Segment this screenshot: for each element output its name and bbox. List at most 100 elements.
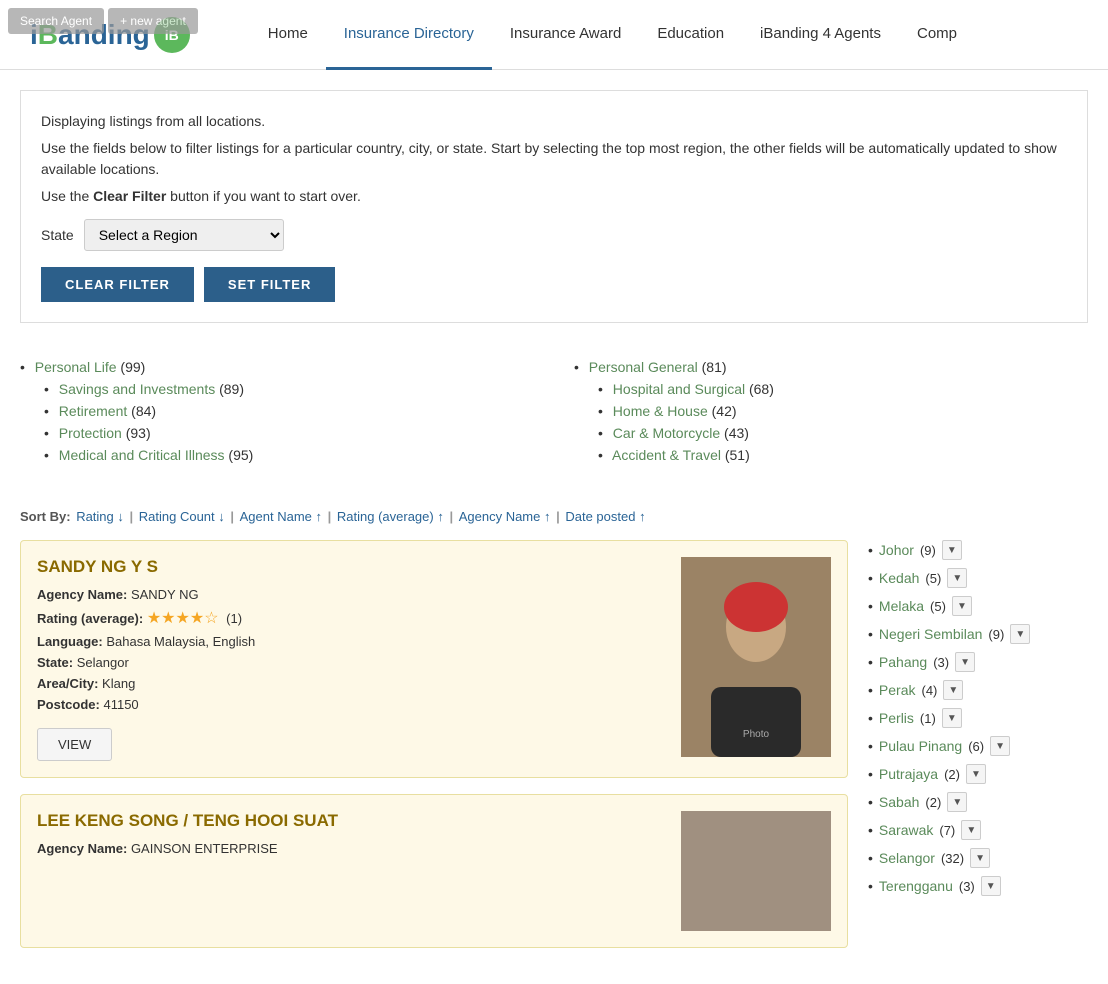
cat-main-col2: Personal General (81) Hospital and Surgi… <box>574 359 1088 463</box>
agent-info-lee: LEE KENG SONG / TENG HOOI SUAT Agency Na… <box>37 811 665 931</box>
sidebar-dropdown-putrajaya[interactable]: ▼ <box>966 764 986 784</box>
filter-info: Displaying listings from all locations. … <box>41 111 1067 207</box>
clear-filter-button[interactable]: CLEAR FILTER <box>41 267 194 302</box>
search-agent-button[interactable]: Search Agent <box>8 8 104 34</box>
sidebar-link-perak[interactable]: Perak <box>879 682 916 698</box>
sidebar-link-pulau-pinang[interactable]: Pulau Pinang <box>879 738 962 754</box>
nav-item-comp[interactable]: Comp <box>899 0 975 70</box>
sidebar-dropdown-kedah[interactable]: ▼ <box>947 568 967 588</box>
sidebar-dropdown-pahang[interactable]: ▼ <box>955 652 975 672</box>
cat-main-col1: Personal Life (99) Savings and Investmen… <box>20 359 534 463</box>
sidebar-dropdown-selangor[interactable]: ▼ <box>970 848 990 868</box>
language-label-sandy: Language: <box>37 634 103 649</box>
nav-item-insurance-directory[interactable]: Insurance Directory <box>326 0 492 70</box>
sidebar-link-melaka[interactable]: Melaka <box>879 598 924 614</box>
stars-sandy: ★★★★☆ <box>147 608 219 628</box>
agent-photo-lee <box>681 811 831 931</box>
sidebar: Johor (9) ▼ Kedah (5) ▼ Melaka (5) ▼ Neg… <box>868 540 1088 964</box>
search-buttons-area: Search Agent + new agent <box>0 0 206 42</box>
cat-accident: Accident & Travel (51) <box>598 447 1088 463</box>
content-area: SANDY NG Y S Agency Name: SANDY NG Ratin… <box>20 540 1088 964</box>
cat-car-link[interactable]: Car & Motorcycle <box>613 425 720 441</box>
sort-rating-count[interactable]: Rating Count ↓ <box>139 509 225 524</box>
sort-agency-name[interactable]: Agency Name ↑ <box>459 509 551 524</box>
state-value-sandy: Selangor <box>77 655 129 670</box>
agency-value-sandy: SANDY NG <box>131 587 199 602</box>
header: Search Agent + new agent iBanding iB Hom… <box>0 0 1108 70</box>
rating-label-sandy: Rating (average): <box>37 611 143 626</box>
cat-retirement-count: (84) <box>131 403 156 419</box>
set-filter-button[interactable]: SET FILTER <box>204 267 335 302</box>
sidebar-count-kedah: (5) <box>925 571 941 586</box>
sidebar-link-terengganu[interactable]: Terengganu <box>879 878 953 894</box>
sidebar-link-selangor[interactable]: Selangor <box>879 850 935 866</box>
cat-savings-link[interactable]: Savings and Investments <box>59 381 215 397</box>
language-value-sandy: Bahasa Malaysia, English <box>106 634 255 649</box>
sidebar-dropdown-negeri-sembilan[interactable]: ▼ <box>1010 624 1030 644</box>
cat-personal-general-count: (81) <box>702 359 727 375</box>
sidebar-link-sabah[interactable]: Sabah <box>879 794 919 810</box>
cat-personal-life: Personal Life (99) Savings and Investmen… <box>20 359 534 463</box>
cat-home-link[interactable]: Home & House <box>613 403 708 419</box>
sort-sep5: | <box>552 509 563 524</box>
sidebar-link-sarawak[interactable]: Sarawak <box>879 822 933 838</box>
nav-item-ibanding-agents[interactable]: iBanding 4 Agents <box>742 0 899 70</box>
nav-item-home[interactable]: Home <box>250 0 326 70</box>
cat-car: Car & Motorcycle (43) <box>598 425 1088 441</box>
sort-rating[interactable]: Rating ↓ <box>76 509 124 524</box>
cat-medical-link[interactable]: Medical and Critical Illness <box>59 447 225 463</box>
agent-card-lee: LEE KENG SONG / TENG HOOI SUAT Agency Na… <box>20 794 848 948</box>
star-count-sandy: (1) <box>226 611 242 626</box>
agent-agency-lee: Agency Name: GAINSON ENTERPRISE <box>37 841 665 856</box>
sidebar-dropdown-perlis[interactable]: ▼ <box>942 708 962 728</box>
cat-protection-link[interactable]: Protection <box>59 425 122 441</box>
state-label-sandy: State: <box>37 655 73 670</box>
sidebar-dropdown-perak[interactable]: ▼ <box>943 680 963 700</box>
cat-accident-link[interactable]: Accident & Travel <box>612 447 721 463</box>
sidebar-link-kedah[interactable]: Kedah <box>879 570 919 586</box>
cat-retirement-link[interactable]: Retirement <box>59 403 127 419</box>
sidebar-count-pulau-pinang: (6) <box>968 739 984 754</box>
nav-item-insurance-award[interactable]: Insurance Award <box>492 0 639 70</box>
sidebar-dropdown-melaka[interactable]: ▼ <box>952 596 972 616</box>
cat-personal-general-sub: Hospital and Surgical (68) Home & House … <box>598 381 1088 463</box>
cat-personal-life-link[interactable]: Personal Life <box>35 359 117 375</box>
view-button-sandy[interactable]: VIEW <box>37 728 112 761</box>
cat-personal-life-sub: Savings and Investments (89) Retirement … <box>44 381 534 463</box>
filter-instruction2: Use the Clear Filter button if you want … <box>41 186 1067 207</box>
sidebar-item-pahang: Pahang (3) ▼ <box>868 652 1088 672</box>
main-nav: HomeInsurance DirectoryInsurance AwardEd… <box>250 0 975 70</box>
filter-instruction2b: button if you want to start over. <box>166 188 361 204</box>
sidebar-dropdown-johor[interactable]: ▼ <box>942 540 962 560</box>
sort-rating-avg[interactable]: Rating (average) ↑ <box>337 509 444 524</box>
sidebar-dropdown-sabah[interactable]: ▼ <box>947 792 967 812</box>
sidebar-dropdown-pulau-pinang[interactable]: ▼ <box>990 736 1010 756</box>
sidebar-link-perlis[interactable]: Perlis <box>879 710 914 726</box>
sort-date-posted[interactable]: Date posted ↑ <box>565 509 645 524</box>
sidebar-count-putrajaya: (2) <box>944 767 960 782</box>
sidebar-count-sarawak: (7) <box>939 823 955 838</box>
sort-agent-name[interactable]: Agent Name ↑ <box>240 509 322 524</box>
sidebar-region-list: Johor (9) ▼ Kedah (5) ▼ Melaka (5) ▼ Neg… <box>868 540 1088 896</box>
sidebar-link-johor[interactable]: Johor <box>879 542 914 558</box>
sidebar-link-pahang[interactable]: Pahang <box>879 654 927 670</box>
agent-area-sandy: Area/City: Klang <box>37 676 665 691</box>
sidebar-item-kedah: Kedah (5) ▼ <box>868 568 1088 588</box>
sidebar-link-putrajaya[interactable]: Putrajaya <box>879 766 938 782</box>
sidebar-link-negeri-sembilan[interactable]: Negeri Sembilan <box>879 626 983 642</box>
displaying-text: Displaying listings from all locations. <box>41 111 1067 132</box>
cat-home: Home & House (42) <box>598 403 1088 419</box>
state-select[interactable]: Select a Region <box>84 219 284 251</box>
cat-personal-general-link[interactable]: Personal General <box>589 359 698 375</box>
sort-sep3: | <box>324 509 335 524</box>
sidebar-item-selangor: Selangor (32) ▼ <box>868 848 1088 868</box>
sidebar-item-pulau-pinang: Pulau Pinang (6) ▼ <box>868 736 1088 756</box>
cat-personal-life-count: (99) <box>120 359 145 375</box>
nav-item-education[interactable]: Education <box>639 0 742 70</box>
area-label-sandy: Area/City: <box>37 676 98 691</box>
new-agent-button[interactable]: + new agent <box>108 8 198 34</box>
cat-hospital-link[interactable]: Hospital and Surgical <box>613 381 745 397</box>
sidebar-dropdown-sarawak[interactable]: ▼ <box>961 820 981 840</box>
sidebar-dropdown-terengganu[interactable]: ▼ <box>981 876 1001 896</box>
cat-savings-count: (89) <box>219 381 244 397</box>
